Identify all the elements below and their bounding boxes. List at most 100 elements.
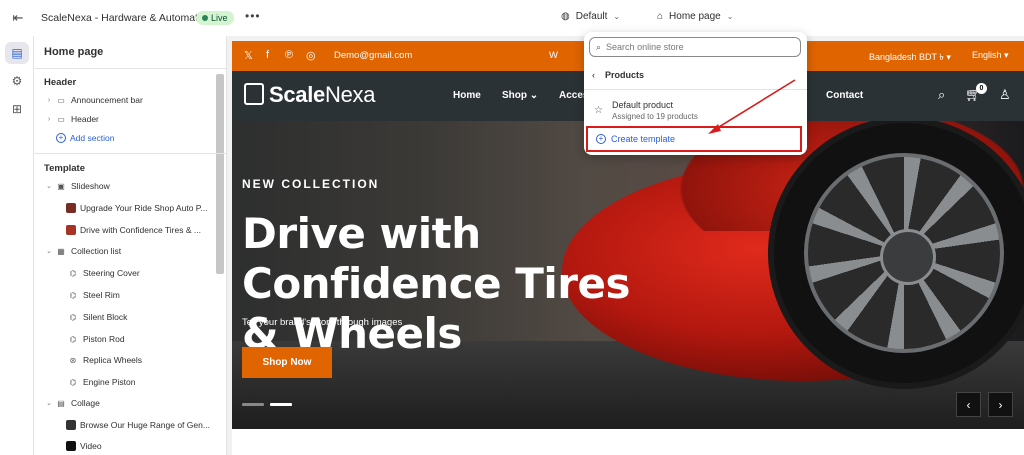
page-selector[interactable]: ⌂ Home page ⌄ xyxy=(657,11,733,22)
chevron-down-icon: ⌄ xyxy=(46,248,52,255)
sidebar-item-label: Browse Our Huge Range of Gen... xyxy=(80,420,210,430)
template-name: Default product xyxy=(612,100,674,110)
logo-bag-icon xyxy=(244,83,264,105)
more-actions-button[interactable]: ••• xyxy=(245,9,261,23)
sidebar-item-collection[interactable]: ⌬ Steering Cover xyxy=(66,264,140,282)
collection-item-icon: ⌬ xyxy=(69,377,77,387)
slide-dot[interactable] xyxy=(242,403,264,406)
sidebar-item-label: Collage xyxy=(71,398,100,408)
template-assignment: Assigned to 19 products xyxy=(612,112,698,121)
language-selector[interactable]: English ▾ xyxy=(972,50,1009,61)
back-to-products[interactable]: ‹ Products xyxy=(592,70,644,80)
sidebar-item-video[interactable]: Video xyxy=(66,437,102,455)
sidebar-item-collection[interactable]: ⊛ Replica Wheels xyxy=(66,351,142,369)
search-input[interactable]: ⌕ Search online store xyxy=(589,37,801,57)
sidebar-item-collection[interactable]: ⌬ Piston Rod xyxy=(66,330,125,348)
hero-description: Tell your brand's story through images xyxy=(242,317,403,328)
sidebar-item-collage[interactable]: ⌄ ▤ Collage xyxy=(44,394,100,412)
sidebar-item-label: Upgrade Your Ride Shop Auto P... xyxy=(80,203,208,213)
settings-icon[interactable]: ⚙ xyxy=(5,70,29,92)
nav-contact[interactable]: Contact xyxy=(826,90,863,101)
arrow-line xyxy=(713,79,796,131)
pinterest-icon[interactable]: ℗ xyxy=(285,49,293,61)
home-icon: ⌂ xyxy=(657,11,664,22)
search-icon: ⌕ xyxy=(596,41,602,52)
hub-image xyxy=(880,229,936,285)
facebook-icon[interactable]: f xyxy=(266,49,269,61)
slide-thumbnail xyxy=(66,203,76,213)
header-group-label: Header xyxy=(44,77,77,88)
sidebar-item-collection-list[interactable]: ⌄ ▦ Collection list xyxy=(44,242,121,260)
sidebar-title: Home page xyxy=(44,46,104,58)
annotation-arrow xyxy=(708,79,796,134)
back-label: Products xyxy=(605,70,645,80)
theme-selector[interactable]: ◍ Default ⌄ xyxy=(561,11,620,22)
currency-selector[interactable]: Bangladesh BDT ৳ ▾ xyxy=(869,50,951,65)
sidebar-item-label: Collection list xyxy=(71,246,122,256)
contact-email[interactable]: Demo@gmail.com xyxy=(334,50,412,61)
sidebar-item-collection[interactable]: ⌬ Steel Rim xyxy=(66,286,120,304)
slide-dot-active[interactable] xyxy=(270,403,292,406)
sidebar-item-slide[interactable]: Drive with Confidence Tires & ... xyxy=(66,221,201,239)
hero-subtitle: NEW COLLECTION xyxy=(242,177,380,191)
section-icon: ▭ xyxy=(57,95,65,105)
sidebar-item-label: Steering Cover xyxy=(83,268,140,278)
shop-now-button[interactable]: Shop Now xyxy=(242,347,332,378)
status-badge: Live xyxy=(196,11,234,25)
apps-icon[interactable]: ⊞ xyxy=(5,98,29,120)
live-dot-icon xyxy=(202,15,208,21)
chevron-down-icon: ⌄ xyxy=(726,12,734,21)
search-icon[interactable]: ⌕ xyxy=(938,87,945,103)
add-section-label: Add section xyxy=(70,133,115,143)
collection-item-icon: ⌬ xyxy=(69,268,77,278)
instagram-icon[interactable]: ◎ xyxy=(306,49,316,62)
sidebar-item-collection[interactable]: ⌬ Engine Piston xyxy=(66,373,136,391)
chevron-left-icon: ‹ xyxy=(592,70,595,80)
next-slide-button[interactable]: › xyxy=(988,392,1013,417)
nav-shop[interactable]: Shop ⌄ xyxy=(502,90,538,101)
collection-item-icon: ⌬ xyxy=(69,312,77,322)
add-section-button[interactable]: + Add section xyxy=(44,129,114,147)
divider xyxy=(34,68,226,69)
exit-icon[interactable]: ⇤ xyxy=(10,10,26,26)
sidebar-scrollbar[interactable] xyxy=(216,74,224,274)
sidebar-item-slideshow[interactable]: ⌄ ▣ Slideshow xyxy=(44,177,110,195)
hero-slideshow: NEW COLLECTION Drive with Confidence Tir… xyxy=(232,121,1024,429)
editor-rail: ▤ ⚙ ⊞ xyxy=(0,36,34,455)
announcement-text: W xyxy=(549,50,558,61)
collection-item-icon: ⊛ xyxy=(69,355,77,365)
sidebar-item-label: Header xyxy=(71,114,99,124)
hero-title: Drive with Confidence Tires & Wheels xyxy=(242,209,630,358)
page-label: Home page xyxy=(669,11,721,22)
chevron-right-icon: › xyxy=(47,96,51,104)
sidebar-item-label: Steel Rim xyxy=(83,290,120,300)
sidebar-item-label: Engine Piston xyxy=(83,377,136,387)
sidebar-item-header[interactable]: › ▭ Header xyxy=(44,110,99,128)
prev-slide-button[interactable]: ‹ xyxy=(956,392,981,417)
status-label: Live xyxy=(211,13,228,23)
store-logo[interactable]: ScaleNexa xyxy=(269,82,375,108)
collection-item-icon: ⌬ xyxy=(69,334,77,344)
cart-count-badge: 0 xyxy=(976,83,987,94)
globe-icon: ◍ xyxy=(561,11,570,22)
sidebar-item-collection[interactable]: ⌬ Silent Block xyxy=(66,308,128,326)
sidebar-item-label: Piston Rod xyxy=(83,334,125,344)
block-thumbnail xyxy=(66,420,76,430)
store-name: ScaleNexa - Hardware & Automative xyxy=(41,12,212,24)
sidebar-item-label: Drive with Confidence Tires & ... xyxy=(80,225,201,235)
rim-image xyxy=(804,153,1004,353)
plus-circle-icon: + xyxy=(596,134,606,144)
sidebar-item-collage-block[interactable]: Browse Our Huge Range of Gen... xyxy=(66,416,210,434)
sidebar-item-label: Replica Wheels xyxy=(83,355,143,365)
twitter-x-icon[interactable]: 𝕏 xyxy=(244,49,253,62)
slide-thumbnail xyxy=(66,225,76,235)
chevron-down-icon: ⌄ xyxy=(46,400,52,407)
template-group-label: Template xyxy=(44,163,86,174)
sidebar-item-slide[interactable]: Upgrade Your Ride Shop Auto P... xyxy=(66,199,207,217)
nav-home[interactable]: Home xyxy=(453,90,481,101)
sidebar-item-label: Announcement bar xyxy=(71,95,143,105)
chevron-down-icon: ⌄ xyxy=(46,183,52,190)
sidebar-item-announcement-bar[interactable]: › ▭ Announcement bar xyxy=(44,91,143,109)
account-icon[interactable]: ♙ xyxy=(999,87,1011,103)
sections-icon[interactable]: ▤ xyxy=(5,42,29,64)
